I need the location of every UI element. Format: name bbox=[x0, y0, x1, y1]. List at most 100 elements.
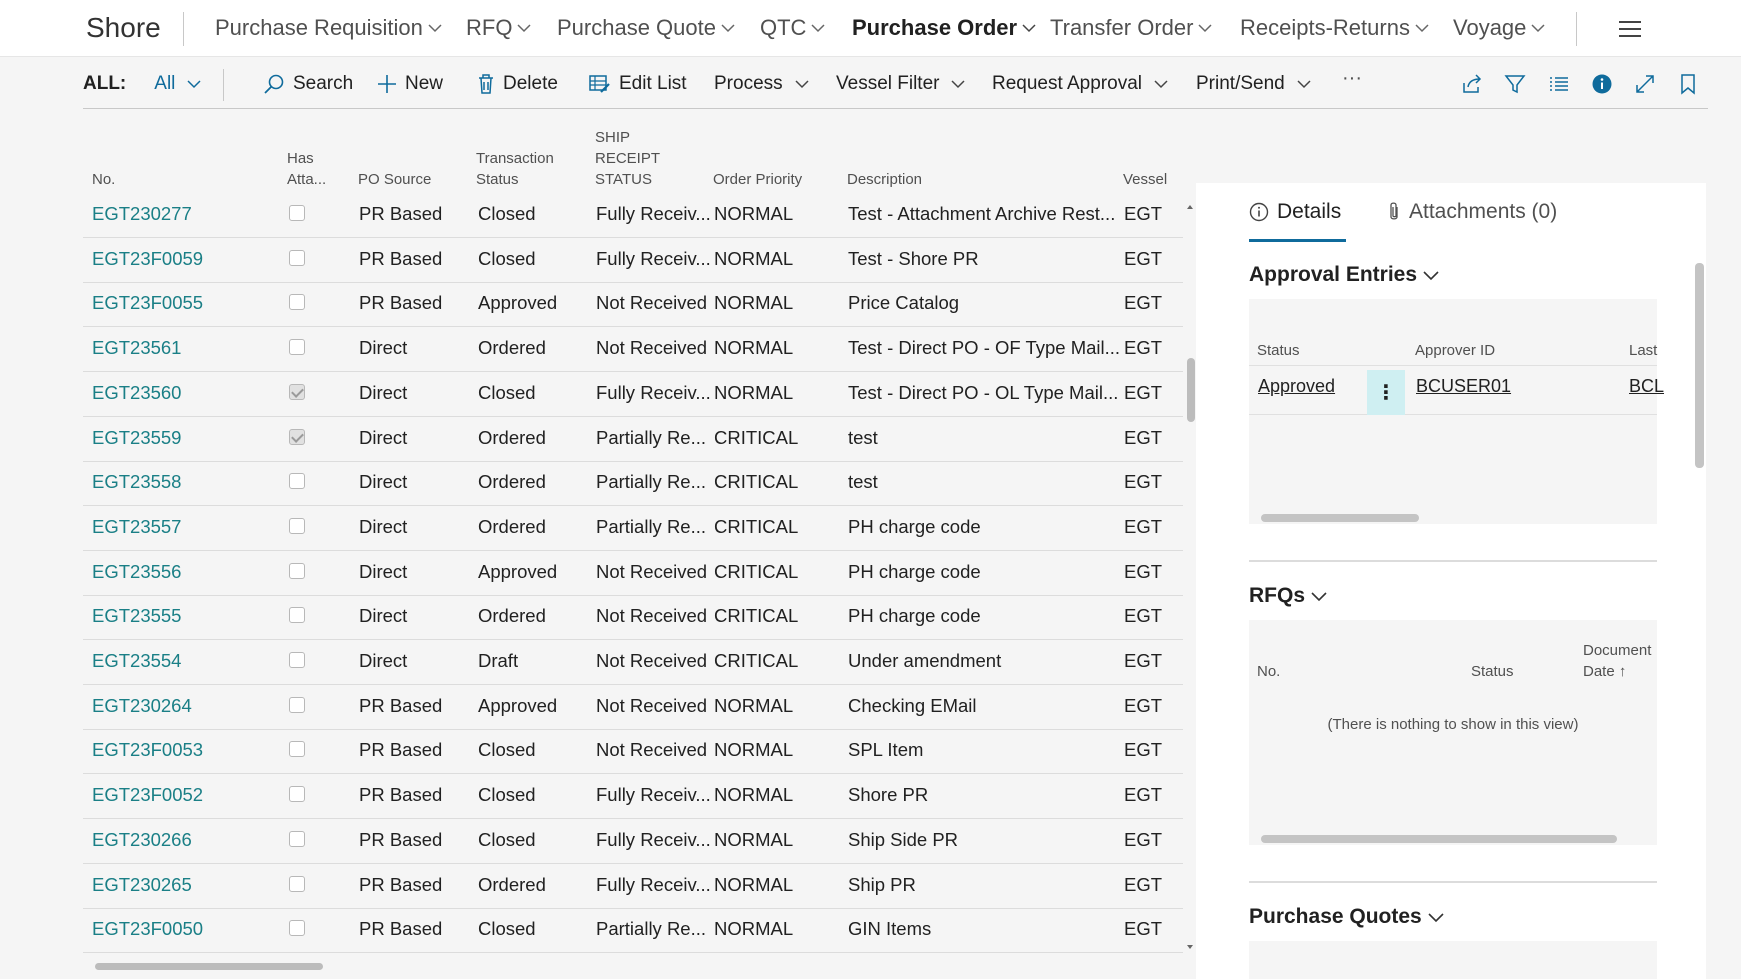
more-options-button[interactable]: ··· bbox=[1342, 67, 1362, 90]
tab-attachments[interactable]: Attachments (0) bbox=[1387, 200, 1557, 224]
share-icon[interactable] bbox=[1459, 71, 1485, 97]
tab-details[interactable]: Details bbox=[1249, 200, 1341, 224]
table-row[interactable]: EGT23F0052 PR Based Closed Fully Receiv... N… bbox=[83, 774, 1183, 820]
table-row[interactable]: EGT230264 PR Based Approved Not Received NOR… bbox=[83, 685, 1183, 730]
scrollbar-thumb[interactable] bbox=[95, 963, 323, 970]
table-row[interactable]: EGT23558 Direct Ordered Partially Re... CRIT… bbox=[83, 461, 1183, 507]
description-cell: PH charge code bbox=[848, 515, 981, 537]
row-actions-button[interactable]: ⋮ bbox=[1367, 370, 1405, 415]
expand-icon[interactable] bbox=[1632, 71, 1658, 97]
vessel-cell: EGT bbox=[1124, 292, 1163, 314]
column-header-no[interactable]: No. bbox=[92, 169, 115, 190]
po-number-link[interactable]: EGT23558 bbox=[92, 471, 181, 493]
paperclip-icon bbox=[1390, 202, 1398, 220]
app-title[interactable]: Shore bbox=[86, 12, 161, 44]
po-number-link[interactable]: EGT23554 bbox=[92, 650, 181, 672]
nav-purchase-quote[interactable]: Purchase Quote bbox=[557, 15, 735, 41]
po-number-link[interactable]: EGT23F0052 bbox=[92, 784, 203, 806]
table-vertical-scrollbar[interactable] bbox=[1184, 204, 1196, 952]
last-field-link[interactable]: BCL bbox=[1629, 376, 1664, 397]
rfqs-horizontal-scrollbar[interactable] bbox=[1249, 834, 1657, 843]
bookmark-icon[interactable] bbox=[1675, 71, 1701, 97]
filter-icon[interactable] bbox=[1502, 71, 1528, 97]
table-row[interactable]: EGT23557 Direct Ordered Partially Re... CRIT… bbox=[83, 506, 1183, 551]
vessel-filter-menu[interactable]: Vessel Filter bbox=[836, 73, 966, 95]
column-header-no[interactable]: No. bbox=[1257, 661, 1280, 682]
approval-status-link[interactable]: Approved bbox=[1258, 376, 1335, 397]
po-number-link[interactable]: EGT23F0053 bbox=[92, 739, 203, 761]
edit-list-button[interactable]: Edit List bbox=[589, 73, 687, 95]
column-header-vessel[interactable]: Vessel bbox=[1123, 169, 1167, 190]
approver-id-link[interactable]: BCUSER01 bbox=[1416, 376, 1511, 397]
table-row[interactable]: EGT23554 Direct Draft Not Received CRITICAL U… bbox=[83, 640, 1183, 685]
approval-entries-header[interactable]: Approval Entries bbox=[1249, 263, 1439, 287]
table-row[interactable]: EGT23555 Direct Ordered Not Received CRITICA… bbox=[83, 595, 1183, 641]
list-view-icon[interactable] bbox=[1546, 71, 1572, 97]
nav-purchase-order[interactable]: Purchase Order bbox=[852, 15, 1036, 41]
scrollbar-thumb[interactable] bbox=[1261, 514, 1419, 522]
po-number-link[interactable]: EGT230265 bbox=[92, 874, 192, 896]
factbox-vertical-scrollbar[interactable] bbox=[1694, 253, 1704, 975]
column-header-po-source[interactable]: PO Source bbox=[358, 169, 431, 190]
po-number-link[interactable]: EGT23556 bbox=[92, 561, 181, 583]
scrollbar-thumb[interactable] bbox=[1261, 835, 1617, 843]
table-row[interactable]: EGT23F0050 PR Based Closed Partially Re... N… bbox=[83, 908, 1183, 953]
po-number-link[interactable]: EGT23559 bbox=[92, 427, 181, 449]
process-menu[interactable]: Process bbox=[714, 73, 809, 95]
column-header-last[interactable]: Last bbox=[1629, 340, 1657, 361]
search-button[interactable]: Search bbox=[263, 73, 353, 95]
column-header-status[interactable]: Status bbox=[1257, 340, 1300, 361]
column-header-document-date[interactable]: Document Date ↑ bbox=[1583, 640, 1651, 682]
nav-voyage[interactable]: Voyage bbox=[1453, 15, 1545, 41]
po-number-link[interactable]: EGT23561 bbox=[92, 337, 181, 359]
delete-button[interactable]: Delete bbox=[477, 73, 558, 95]
po-number-link[interactable]: EGT23557 bbox=[92, 516, 181, 538]
nav-qtc[interactable]: QTC bbox=[760, 15, 825, 41]
scroll-down-arrow-icon[interactable] bbox=[1186, 944, 1194, 950]
po-number-link[interactable]: EGT23560 bbox=[92, 382, 181, 404]
po-number-link[interactable]: EGT23F0055 bbox=[92, 292, 203, 314]
view-selector[interactable]: ALL: All bbox=[83, 73, 201, 95]
scroll-up-arrow-icon[interactable] bbox=[1186, 204, 1194, 210]
po-number-link[interactable]: EGT23F0059 bbox=[92, 248, 203, 270]
column-header-approver-id[interactable]: Approver ID bbox=[1415, 340, 1495, 361]
table-row[interactable]: EGT230266 PR Based Closed Fully Receiv... NO… bbox=[83, 819, 1183, 864]
rfqs-header[interactable]: RFQs bbox=[1249, 584, 1327, 608]
nav-receipts-returns[interactable]: Receipts-Returns bbox=[1240, 15, 1429, 41]
po-number-link[interactable]: EGT23555 bbox=[92, 605, 181, 627]
scrollbar-thumb[interactable] bbox=[1187, 358, 1195, 422]
nav-rfq[interactable]: RFQ bbox=[466, 15, 531, 41]
approval-horizontal-scrollbar[interactable] bbox=[1249, 513, 1657, 522]
print-send-menu[interactable]: Print/Send bbox=[1196, 73, 1311, 95]
column-header-description[interactable]: Description bbox=[847, 169, 922, 190]
table-row[interactable]: EGT23F0055 PR Based Approved Not Received NO… bbox=[83, 282, 1183, 328]
nav-label: Purchase Quote bbox=[557, 15, 716, 40]
po-number-link[interactable]: EGT230266 bbox=[92, 829, 192, 851]
column-header-order-priority[interactable]: Order Priority bbox=[713, 169, 802, 190]
nav-purchase-requisition[interactable]: Purchase Requisition bbox=[215, 15, 442, 41]
table-row[interactable]: EGT23559 Direct Ordered Partially Re... CRIT… bbox=[83, 417, 1183, 462]
column-header-ship-receipt-status[interactable]: SHIP RECEIPT STATUS bbox=[595, 127, 660, 190]
column-header-status[interactable]: Status bbox=[1471, 661, 1514, 682]
column-header-transaction-status[interactable]: Transaction Status bbox=[476, 148, 554, 190]
table-row[interactable]: EGT230265 PR Based Ordered Fully Receiv... N… bbox=[83, 864, 1183, 909]
new-button[interactable]: New bbox=[377, 73, 443, 95]
table-row[interactable]: EGT23F0053 PR Based Closed Not Received NORM… bbox=[83, 729, 1183, 775]
po-number-link[interactable]: EGT23F0050 bbox=[92, 918, 203, 940]
hamburger-icon[interactable] bbox=[1619, 21, 1641, 37]
table-row[interactable]: EGT23F0059 PR Based Closed Fully Receiv... N… bbox=[83, 238, 1183, 283]
po-number-link[interactable]: EGT230277 bbox=[92, 203, 192, 225]
chevron-down-icon bbox=[795, 80, 809, 89]
table-row[interactable]: EGT23561 Direct Ordered Not Received NORMAL T… bbox=[83, 327, 1183, 373]
table-row[interactable]: EGT230277 PR Based Closed Fully Receiv... NO… bbox=[83, 193, 1183, 238]
request-approval-menu[interactable]: Request Approval bbox=[992, 73, 1168, 95]
scrollbar-thumb[interactable] bbox=[1695, 263, 1704, 468]
po-number-link[interactable]: EGT230264 bbox=[92, 695, 192, 717]
table-horizontal-scrollbar[interactable] bbox=[83, 961, 1193, 971]
column-header-has-attachments[interactable]: Has Atta... bbox=[287, 148, 326, 190]
info-icon[interactable] bbox=[1589, 71, 1615, 97]
purchase-quotes-header[interactable]: Purchase Quotes bbox=[1249, 905, 1444, 929]
table-row[interactable]: EGT23556 Direct Approved Not Received CRITIC… bbox=[83, 551, 1183, 596]
table-row[interactable]: EGT23560 Direct Closed Fully Receiv... NORMA… bbox=[83, 372, 1183, 417]
nav-transfer-order[interactable]: Transfer Order bbox=[1050, 15, 1212, 41]
